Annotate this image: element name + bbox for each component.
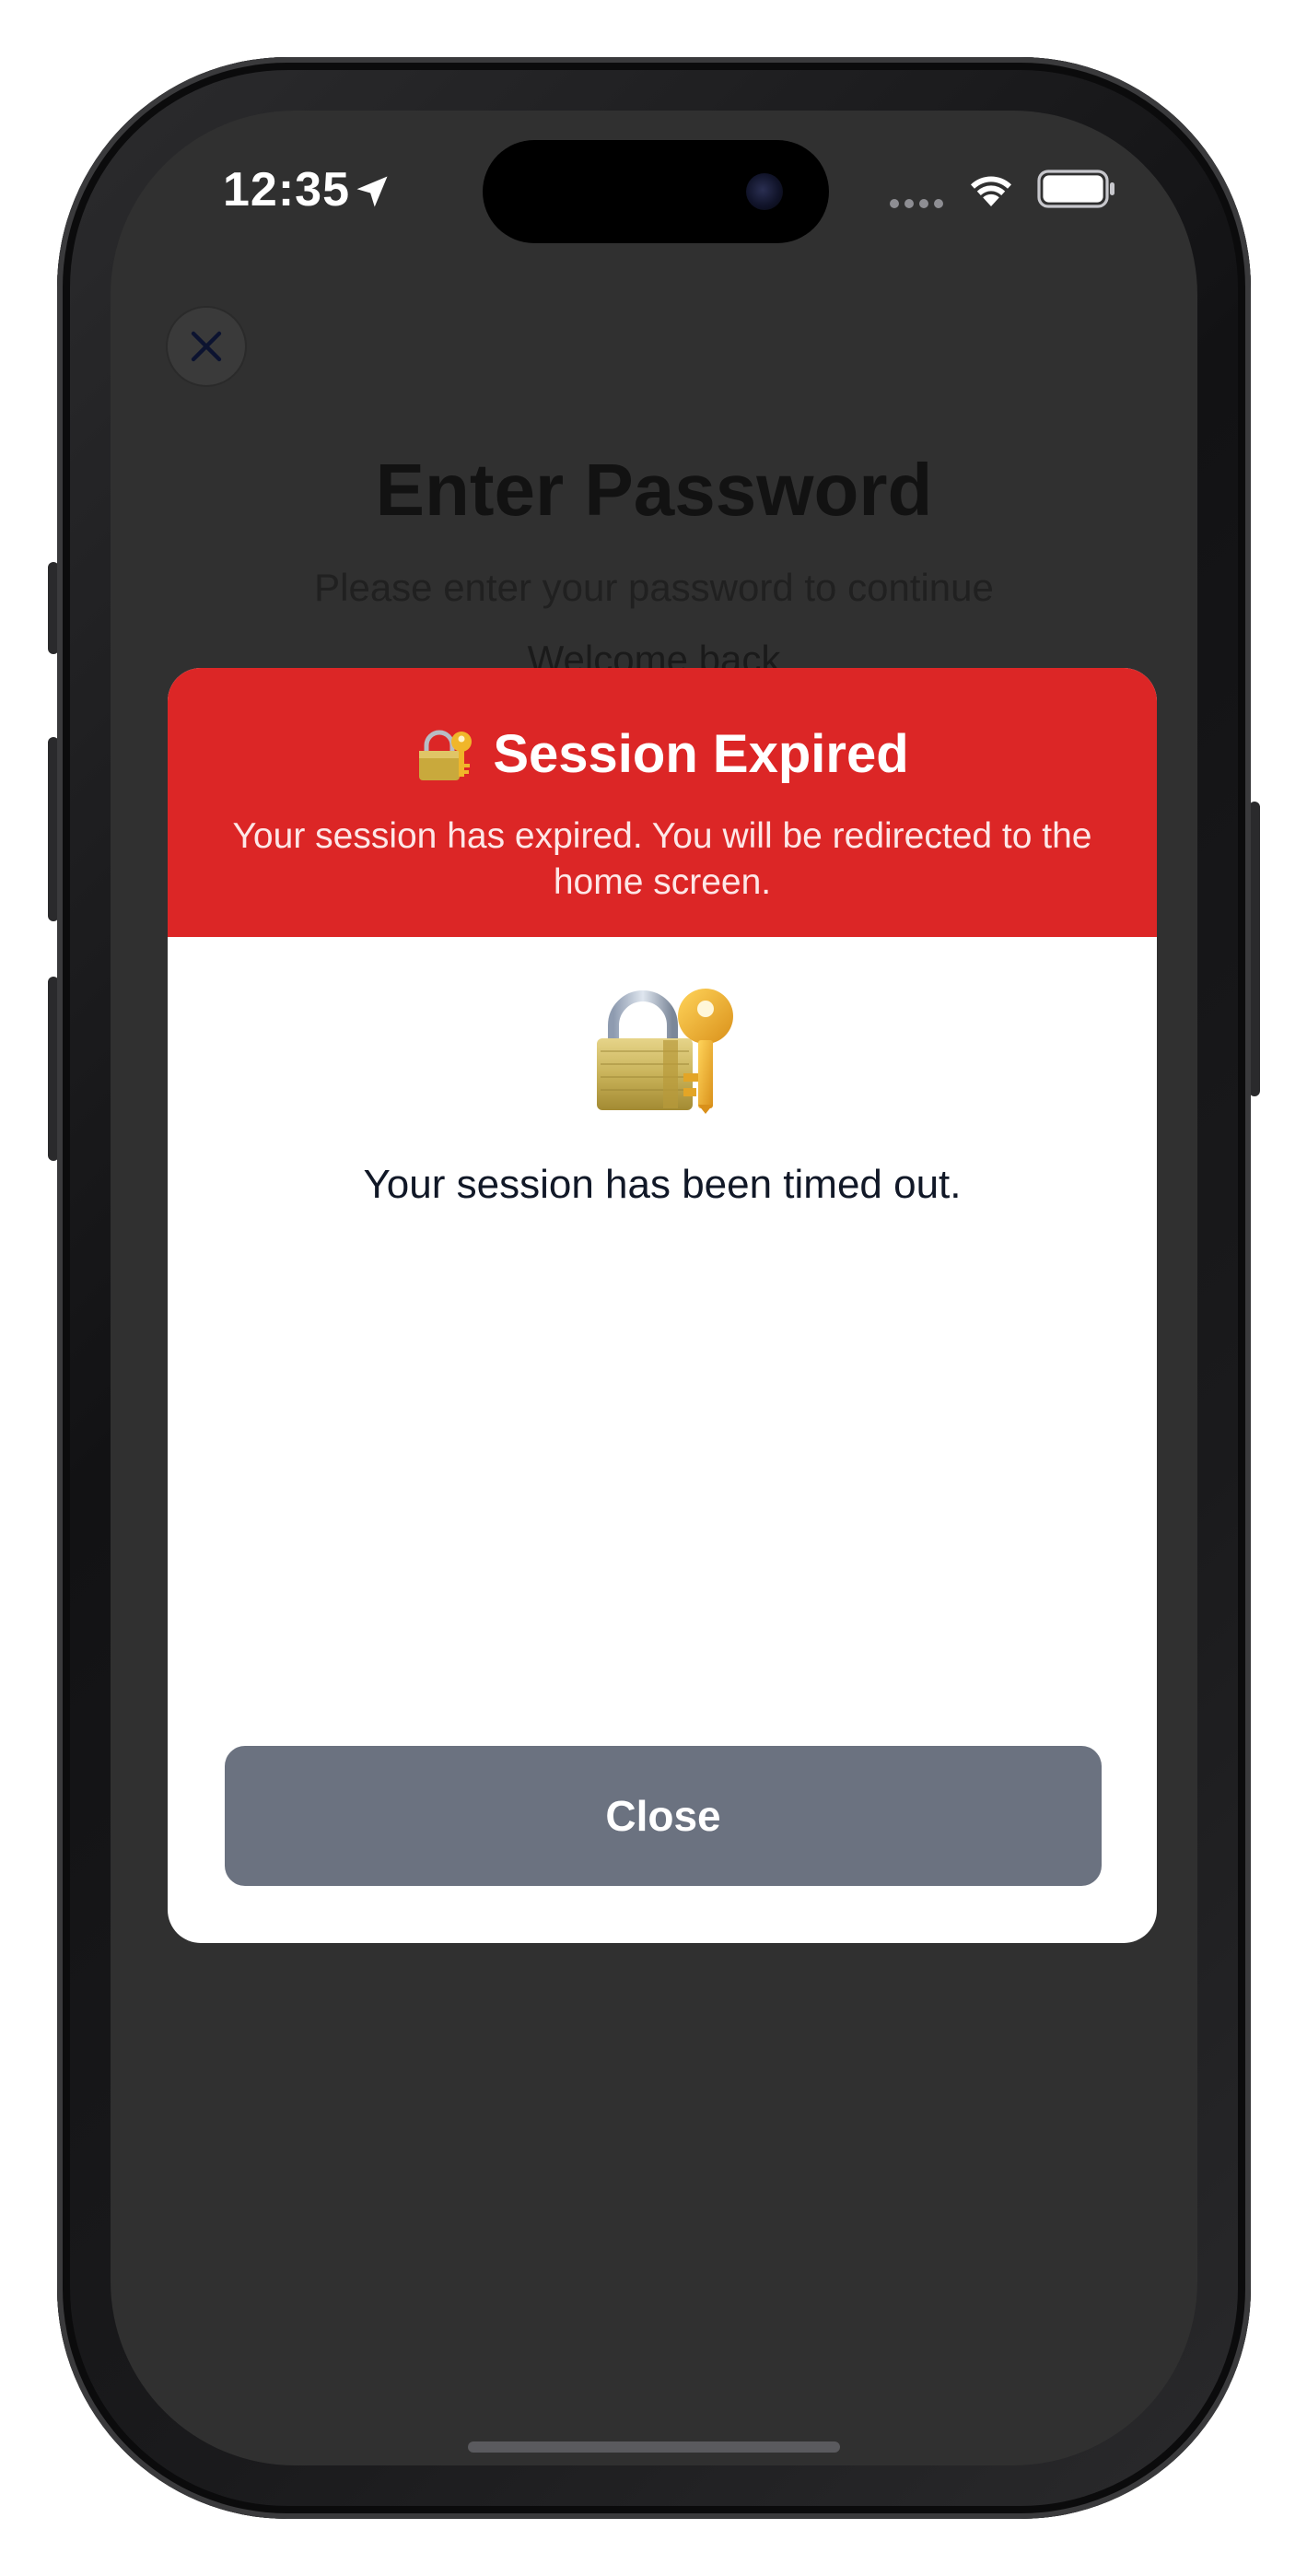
status-time: 12:35 [223,163,350,217]
front-camera-icon [746,173,783,210]
close-button[interactable]: Close [225,1746,1102,1886]
modal-message: Your session has been timed out. [363,1162,962,1207]
battery-icon [1037,170,1114,208]
dynamic-island [483,140,829,243]
session-expired-modal: Session Expired Your session has expired… [168,668,1157,1943]
modal-header: Session Expired Your session has expired… [168,668,1157,937]
lock-with-key-icon [597,989,733,1114]
phone-screen: 12:35 Enter Password Please enter your p [111,111,1197,2465]
wifi-icon [971,176,1011,206]
home-indicator[interactable] [468,2441,840,2453]
location-arrow-icon [356,176,388,207]
modal-title-row: Session Expired [168,723,1157,785]
page-subtitle: Please enter your password to continue [314,566,994,609]
signal-dots-icon [890,199,943,208]
page-title: Enter Password [375,449,933,531]
lock-with-key-icon [419,730,473,780]
close-icon [191,331,222,362]
close-button[interactable] [166,306,247,387]
modal-title: Session Expired [493,724,909,784]
device-stage: 12:35 Enter Password Please enter your p [0,0,1307,2576]
modal-description: Your session has expired. You will be re… [232,816,1092,902]
